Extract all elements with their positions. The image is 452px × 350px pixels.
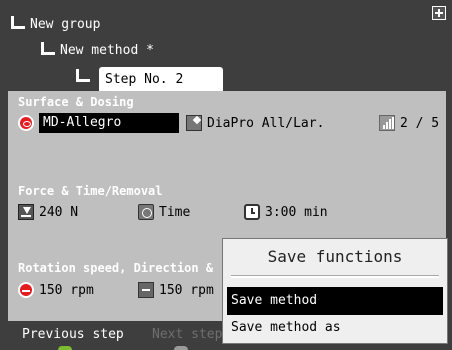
force-row[interactable]: 240 N [18,202,78,222]
duration-row[interactable]: 3:00 min [244,202,328,222]
tree-step [0,64,452,90]
mode-row[interactable]: Time [138,202,190,222]
tree-method-label: New method * [60,43,154,58]
mode-value: Time [159,204,191,220]
holder-speed-value: 150 rpm [159,282,214,298]
tree-group[interactable]: New group [0,14,452,36]
previous-step-button[interactable]: Previous step [22,327,124,342]
clock-icon [244,204,260,220]
tree-elbow-icon [41,42,55,55]
next-step-button[interactable]: Next step [152,327,222,342]
tree-elbow-icon [76,69,90,82]
tab-step[interactable]: Step No. 2 (New) [99,67,223,112]
screen: New group New method * Step No. 2 (New) … [0,0,452,350]
disc-rotation-icon [18,282,34,298]
suspension-row[interactable]: DiaPro All/Lar. [186,113,324,133]
save-method-item[interactable]: Save method [227,287,443,315]
dosing-row[interactable]: 2 / 5 [379,113,439,133]
popup-title: Save functions [267,247,403,266]
corner-expand-icon[interactable] [432,6,446,20]
tree-method[interactable]: New method * [0,40,452,62]
force-icon [18,204,34,220]
section-label-surface: Surface & Dosing [18,95,134,109]
previous-indicator [58,346,72,350]
surface-row[interactable]: MD-Allegro [18,113,179,133]
surface-field[interactable]: MD-Allegro [39,113,179,133]
signal-level-icon [379,115,395,131]
popup-divider [231,275,439,278]
suspension-icon [186,115,202,131]
time-mode-icon [138,204,154,220]
holder-rotation-icon [138,282,154,298]
disc-speed-value: 150 rpm [39,282,94,298]
next-indicator [174,346,188,350]
holder-speed-row[interactable]: 150 rpm [138,280,214,300]
force-value: 240 N [39,204,79,220]
dosing-value: 2 / 5 [400,115,440,131]
duration-value: 3:00 min [265,204,328,220]
tree-elbow-icon [11,16,25,29]
disc-speed-row[interactable]: 150 rpm [18,280,94,300]
section-label-rotation: Rotation speed, Direction & [18,261,214,275]
suspension-value: DiaPro All/Lar. [207,115,325,131]
disc-icon [18,115,34,131]
tree-group-label: New group [30,17,101,32]
save-method-as-item[interactable]: Save method as [227,314,443,342]
section-label-force: Force & Time/Removal [18,184,163,198]
save-functions-popup: Save functions Save method Save method a… [222,238,448,344]
